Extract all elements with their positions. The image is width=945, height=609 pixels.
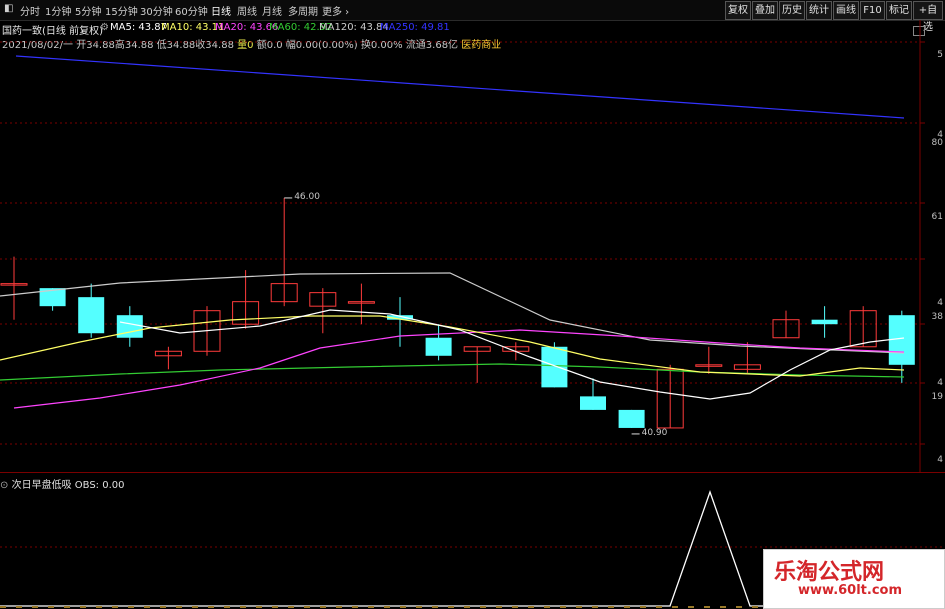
ma250-line [15,55,905,119]
candle-body [425,337,452,356]
candle-body [541,346,568,388]
toolbar-button-1[interactable]: 叠加 [752,1,778,20]
candle-body [618,409,645,428]
period-tab-1[interactable]: 1分钟 [45,3,71,18]
pane-divider[interactable] [0,472,945,473]
low-price-label: 40.90 [641,427,668,438]
period-tab-2[interactable]: 5分钟 [75,3,101,18]
price-chart-svg [0,20,925,472]
toolbar-button-0[interactable]: 复权 [725,1,751,20]
toolbar-button-7[interactable]: +自选 [913,1,943,33]
period-toolbar: ◧ 分时 1分钟 5分钟 15分钟 30分钟 60分钟 日线 周线 月线 多周期 更多 › 复权 叠加… [0,0,945,33]
y-axis-label: 61 [931,212,943,222]
watermark-url: www.60lt.com [798,583,903,598]
watermark-text: 乐淘公式网 [774,560,885,585]
toolbar-button-2[interactable]: 历史 [779,1,805,20]
toolbar-button-6[interactable]: 标记 [886,1,912,20]
candle-body [811,319,838,325]
y-axis-label: 4 [937,378,943,388]
period-tab-9[interactable]: 多周期 [288,3,318,18]
toolbar-button-5[interactable]: F10 [860,1,885,20]
period-tab-5[interactable]: 60分钟 [175,3,208,18]
y-axis-label: 4 [937,455,943,465]
y-axis-label: 4 [937,298,943,308]
watermark-logo: 乐淘公式网 www.60lt.com [763,549,945,609]
y-axis-label: 38 [931,312,943,322]
toolbar-button-3[interactable]: 统计 [806,1,832,20]
high-price-label: 46.00 [294,191,320,202]
ma120-line [0,272,905,354]
period-tab-7[interactable]: 周线 [237,3,257,18]
toolbar-button-4[interactable]: 画线 [833,1,859,20]
y-axis-label: 80 [931,138,943,148]
price-chart[interactable] [0,20,945,472]
candle-body [78,297,105,334]
y-axis-label: 5 [937,50,943,60]
period-tab-4[interactable]: 30分钟 [140,3,173,18]
period-tab-10[interactable]: 更多 › [322,3,349,18]
period-tab-6[interactable]: 日线 [211,3,231,18]
period-tab-3[interactable]: 15分钟 [105,3,138,18]
panel-toggle-icon[interactable]: ◧ [4,3,13,14]
period-tab-0[interactable]: 分时 [20,3,40,18]
ma60-line [0,363,905,381]
candle-body [888,315,915,365]
candle-body [580,396,606,410]
y-axis-label: 19 [931,392,943,402]
period-tab-8[interactable]: 月线 [262,3,282,18]
ma20-line [13,329,905,409]
